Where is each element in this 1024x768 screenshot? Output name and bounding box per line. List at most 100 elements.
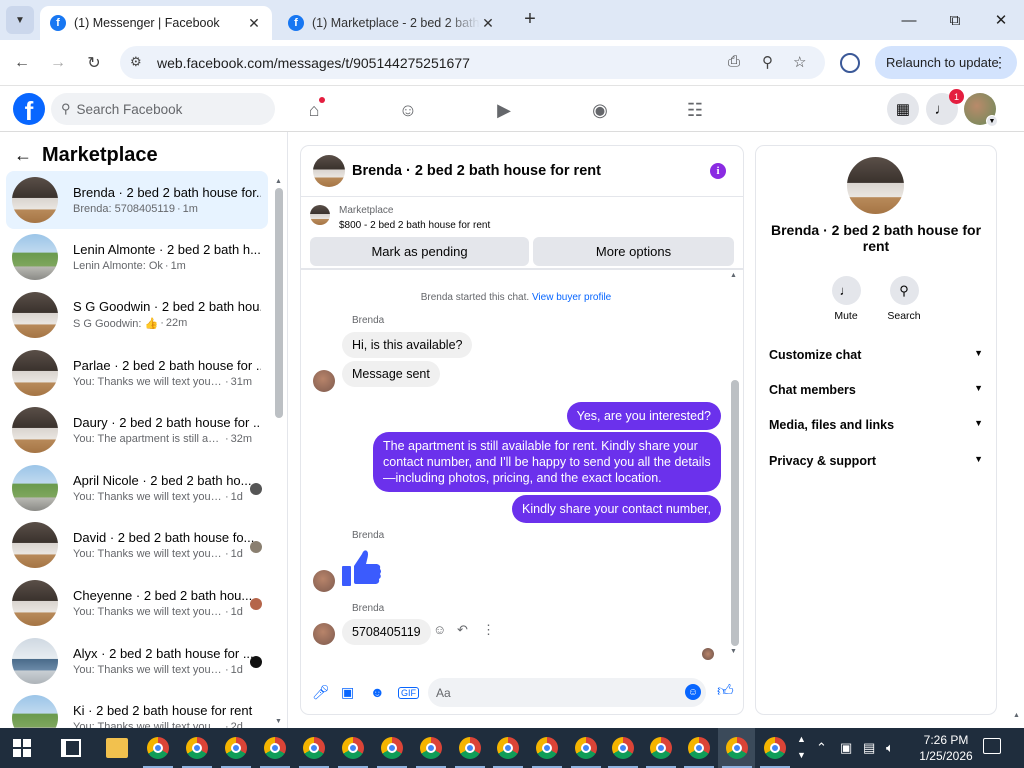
sender-avatar[interactable] [313,370,335,392]
forward-button[interactable]: → [45,50,71,76]
mute-button[interactable]: ♩ Mute [816,276,876,322]
incoming-message[interactable]: Message sent [342,361,440,387]
site-info-icon[interactable]: ⚙ [130,54,142,70]
conversation-list-scrollbar[interactable] [275,188,283,418]
mark-as-pending-button[interactable]: Mark as pending [310,237,529,266]
tab-messenger[interactable]: f (1) Messenger | Facebook ✕ [40,6,272,40]
chrome-taskbar-icon[interactable] [420,737,442,759]
chrome-taskbar-icon[interactable] [381,737,403,759]
chrome-taskbar-icon[interactable] [650,737,672,759]
task-view-icon[interactable] [61,739,81,757]
more-options-button[interactable]: More options [533,237,734,266]
tab-close-icon[interactable]: ✕ [246,15,262,32]
scroll-down-arrow-icon[interactable]: ▼ [730,648,737,655]
chat-title[interactable]: Brenda · 2 bed 2 bath house for rent [352,163,601,179]
menu-grid-icon[interactable]: ▦ [887,93,919,125]
gif-icon[interactable]: GIF [398,687,419,699]
customize-chat-section[interactable]: Customize chat ▼ [769,348,983,362]
tray-chevron-up-icon[interactable]: ⌃ [816,740,827,756]
contact-avatar[interactable] [847,157,904,214]
reload-button[interactable]: ↻ [81,50,107,76]
react-emoji-icon[interactable]: ☺ [433,622,446,637]
conversation-item[interactable]: Cheyenne · 2 bed 2 bath hou... You: Thank… [6,574,268,632]
privacy-support-section[interactable]: Privacy & support ▼ [769,454,983,468]
thumbs-up-icon[interactable] [342,548,382,588]
tab-close-icon[interactable]: ✕ [480,15,496,32]
bookmark-star-icon[interactable]: ☆ [793,53,806,71]
conversation-item[interactable]: Parlae · 2 bed 2 bath house for ... You: … [6,344,268,402]
chrome-taskbar-icon[interactable] [225,737,247,759]
browser-profile-icon[interactable] [840,53,860,73]
chat-avatar[interactable] [313,155,345,187]
chrome-taskbar-icon[interactable] [688,737,710,759]
sender-avatar[interactable] [313,570,335,592]
chat-scrollbar[interactable] [731,380,739,646]
file-explorer-icon[interactable] [106,738,128,758]
page-scroll-up-icon[interactable]: ▲ [1013,712,1020,719]
conversation-item[interactable]: Brenda · 2 bed 2 bath house for... Brenda… [6,171,268,229]
network-icon[interactable]: ▤ [863,740,875,756]
sender-avatar[interactable] [313,623,335,645]
relaunch-button[interactable]: Relaunch to update ⋮ [875,46,1017,79]
send-like-icon[interactable]: 👍︎ [717,682,734,701]
outgoing-message[interactable]: Kindly share your contact number, [512,495,721,523]
account-avatar[interactable]: ▼ [964,93,998,127]
scroll-up-arrow-icon[interactable]: ▲ [275,178,282,185]
close-window-button[interactable]: ✕ [978,0,1024,40]
meet-now-icon[interactable]: ▣ [840,740,852,756]
conversation-item[interactable]: S G Goodwin · 2 bed 2 bath hou... S G Goo… [6,286,268,344]
scroll-up-arrow-icon[interactable]: ▲ [730,272,737,279]
emoji-icon[interactable]: ☺ [685,684,701,700]
windows-start-icon[interactable] [13,739,31,757]
chrome-taskbar-icon[interactable] [575,737,597,759]
back-arrow-icon[interactable]: ← [14,145,32,166]
minimize-window-button[interactable]: — [886,0,932,40]
tab-search-menu-icon[interactable]: ▼ [6,6,34,34]
gaming-icon[interactable]: ☷ [682,97,708,123]
home-icon[interactable]: ⌂ [301,97,327,123]
facebook-search-input[interactable]: ⚲ Search Facebook [51,93,275,125]
facebook-logo-icon[interactable]: f [13,93,45,125]
outgoing-message[interactable]: The apartment is still available for ren… [373,432,721,492]
taskbar-clock[interactable]: 7:26 PM 1/25/2026 [912,732,980,764]
back-button[interactable]: ← [9,50,35,76]
message-input[interactable]: Aa [428,678,706,707]
chrome-taskbar-icon[interactable] [264,737,286,759]
media-files-links-section[interactable]: Media, files and links ▼ [769,418,983,432]
chrome-taskbar-icon[interactable] [186,737,208,759]
chrome-taskbar-icon[interactable] [303,737,325,759]
conversation-item[interactable]: Alyx · 2 bed 2 bath house for ... You: Th… [6,632,268,690]
action-center-icon[interactable] [983,738,1001,754]
conversation-item[interactable]: David · 2 bed 2 bath house fo... You: Tha… [6,517,268,575]
chrome-taskbar-icon[interactable] [764,737,786,759]
search-conversation-button[interactable]: ⚲ Search [874,276,934,322]
incoming-message[interactable]: Hi, is this available? [342,332,473,358]
browser-menu-icon[interactable]: ⋮ [993,54,1007,71]
chrome-taskbar-icon[interactable] [459,737,481,759]
view-buyer-profile-link[interactable]: View buyer profile [532,292,611,303]
video-icon[interactable]: ▶ [491,97,517,123]
chat-members-section[interactable]: Chat members ▼ [769,383,983,397]
tab-marketplace[interactable]: f (1) Marketplace - 2 bed 2 bath house ✕ [278,6,506,40]
chat-header[interactable]: Brenda · 2 bed 2 bath house for rent i [301,146,743,197]
chrome-taskbar-icon[interactable] [497,737,519,759]
notifications-bell-icon[interactable]: ♩ 1 [926,89,964,125]
conversation-item[interactable]: April Nicole · 2 bed 2 bath ho... You: Th… [6,459,268,517]
volume-icon[interactable]: 🔈︎ [886,740,894,756]
chrome-taskbar-icon[interactable] [612,737,634,759]
zoom-icon[interactable]: ⚲ [762,53,773,71]
sticker-icon[interactable]: ☻ [370,684,385,700]
url-text[interactable]: web.facebook.com/messages/t/905144275251… [157,55,470,71]
scroll-down-arrow-icon[interactable]: ▼ [275,718,282,725]
reply-icon[interactable]: ↶ [457,622,468,638]
chrome-taskbar-icon[interactable] [342,737,364,759]
restore-window-button[interactable]: ⧉ [932,0,978,40]
friends-icon[interactable]: ☺ [395,97,421,123]
new-tab-button[interactable]: + [518,8,542,32]
conversation-item[interactable]: Daury · 2 bed 2 bath house for ... You: T… [6,401,268,459]
address-bar[interactable]: ⚙ web.facebook.com/messages/t/9051442752… [120,46,825,79]
outgoing-message[interactable]: Yes, are you interested? [566,402,721,430]
install-app-icon[interactable]: ⎙ [728,53,740,70]
microphone-icon[interactable]: 🎤︎ [312,684,330,701]
photo-icon[interactable]: ▣ [341,684,354,701]
